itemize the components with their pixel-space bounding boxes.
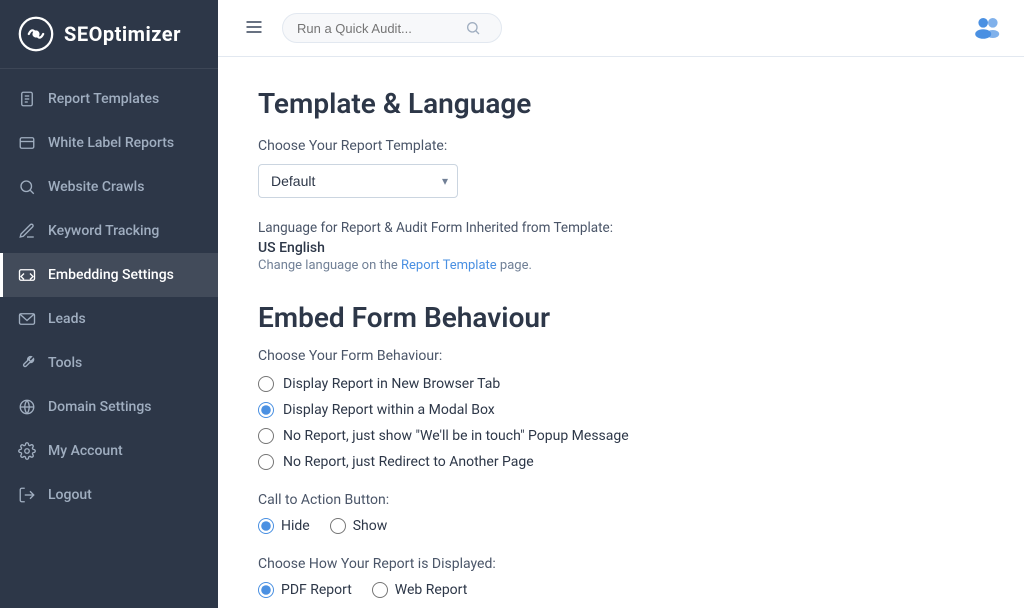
file-icon [18, 90, 36, 108]
header [218, 0, 1024, 57]
template-select-wrapper[interactable]: Default Template 1 Template 2 ▾ [258, 164, 458, 198]
radio-new-tab-input[interactable] [258, 376, 274, 392]
tools-icon [18, 354, 36, 372]
sidebar-item-label: Domain Settings [48, 399, 151, 415]
display-web-input[interactable] [372, 582, 388, 598]
globe-icon [18, 398, 36, 416]
cta-section: Call to Action Button: Hide Show [258, 492, 984, 534]
display-web-label: Web Report [395, 582, 468, 598]
sidebar-nav: Report Templates White Label Reports Web… [0, 69, 218, 608]
sidebar-item-logout[interactable]: Logout [0, 473, 218, 517]
logout-icon [18, 486, 36, 504]
hamburger-button[interactable] [238, 11, 270, 46]
logo-icon [18, 16, 54, 52]
sidebar-item-label: Embedding Settings [48, 267, 174, 283]
template-select[interactable]: Default Template 1 Template 2 [258, 164, 458, 198]
radio-modal-input[interactable] [258, 402, 274, 418]
display-pdf-label: PDF Report [281, 582, 352, 598]
header-right [972, 10, 1004, 46]
search-bar[interactable] [282, 13, 502, 43]
sidebar-item-my-account[interactable]: My Account [0, 429, 218, 473]
cta-radio-row: Hide Show [258, 518, 984, 534]
sidebar-item-report-templates[interactable]: Report Templates [0, 77, 218, 121]
sidebar-item-domain-settings[interactable]: Domain Settings [0, 385, 218, 429]
sidebar-item-white-label-reports[interactable]: White Label Reports [0, 121, 218, 165]
sidebar: SEOptimizer Report Templates White Label… [0, 0, 218, 608]
cta-show[interactable]: Show [330, 518, 388, 534]
display-section: Choose How Your Report is Displayed: PDF… [258, 556, 984, 598]
sidebar-item-label: White Label Reports [48, 135, 174, 151]
sidebar-item-website-crawls[interactable]: Website Crawls [0, 165, 218, 209]
form-behaviour-label: Choose Your Form Behaviour: [258, 348, 984, 364]
language-label: Language for Report & Audit Form Inherit… [258, 220, 984, 236]
form-behaviour-group: Display Report in New Browser Tab Displa… [258, 376, 984, 470]
radio-new-tab[interactable]: Display Report in New Browser Tab [258, 376, 984, 392]
template-section-title: Template & Language [258, 87, 984, 120]
main-content: Template & Language Choose Your Report T… [218, 57, 1024, 608]
cta-show-input[interactable] [330, 518, 346, 534]
sidebar-item-label: My Account [48, 443, 123, 459]
radio-no-report-popup-label: No Report, just show "We'll be in touch"… [283, 428, 629, 444]
radio-modal[interactable]: Display Report within a Modal Box [258, 402, 984, 418]
sidebar-item-label: Report Templates [48, 91, 159, 107]
radio-no-report-popup-input[interactable] [258, 428, 274, 444]
sidebar-item-leads[interactable]: Leads [0, 297, 218, 341]
search-input[interactable] [297, 21, 457, 36]
cta-hide[interactable]: Hide [258, 518, 310, 534]
user-avatar-icon[interactable] [972, 10, 1004, 42]
pen-icon [18, 222, 36, 240]
sidebar-item-tools[interactable]: Tools [0, 341, 218, 385]
hamburger-icon [244, 17, 264, 37]
logo-text: SEOptimizer [64, 22, 181, 46]
sidebar-item-label: Leads [48, 311, 86, 327]
sidebar-item-label: Tools [48, 355, 82, 371]
search-icon [18, 178, 36, 196]
radio-no-report-redirect-input[interactable] [258, 454, 274, 470]
gear-icon [18, 442, 36, 460]
search-icon [465, 20, 481, 36]
display-radio-row: PDF Report Web Report [258, 582, 984, 598]
language-value: US English [258, 240, 984, 256]
language-section: Language for Report & Audit Form Inherit… [258, 220, 984, 273]
sidebar-item-label: Logout [48, 487, 92, 503]
display-pdf-input[interactable] [258, 582, 274, 598]
main-wrapper: Template & Language Choose Your Report T… [218, 0, 1024, 608]
report-template-link[interactable]: Report Template [401, 258, 497, 273]
sidebar-item-label: Keyword Tracking [48, 223, 159, 239]
radio-no-report-popup[interactable]: No Report, just show "We'll be in touch"… [258, 428, 984, 444]
embed-section-title: Embed Form Behaviour [258, 301, 984, 334]
display-label: Choose How Your Report is Displayed: [258, 556, 984, 572]
sidebar-item-keyword-tracking[interactable]: Keyword Tracking [0, 209, 218, 253]
sidebar-item-embedding-settings[interactable]: Embedding Settings [0, 253, 218, 297]
cta-show-label: Show [353, 518, 388, 534]
radio-new-tab-label: Display Report in New Browser Tab [283, 376, 500, 392]
sidebar-item-label: Website Crawls [48, 179, 144, 195]
embed-icon [18, 266, 36, 284]
display-web[interactable]: Web Report [372, 582, 468, 598]
mail-icon [18, 310, 36, 328]
radio-no-report-redirect-label: No Report, just Redirect to Another Page [283, 454, 534, 470]
cta-hide-label: Hide [281, 518, 310, 534]
cta-hide-input[interactable] [258, 518, 274, 534]
tag-icon [18, 134, 36, 152]
radio-no-report-redirect[interactable]: No Report, just Redirect to Another Page [258, 454, 984, 470]
radio-modal-label: Display Report within a Modal Box [283, 402, 495, 418]
language-hint: Change language on the Report Template p… [258, 258, 984, 273]
display-pdf[interactable]: PDF Report [258, 582, 352, 598]
cta-label: Call to Action Button: [258, 492, 984, 508]
template-label: Choose Your Report Template: [258, 138, 984, 154]
logo-container[interactable]: SEOptimizer [0, 0, 218, 69]
